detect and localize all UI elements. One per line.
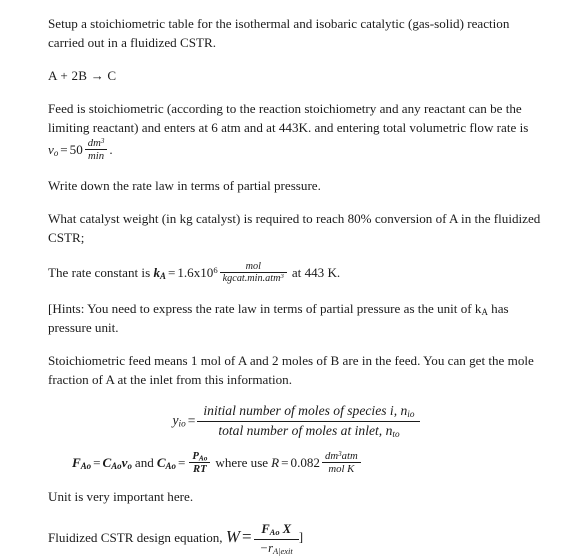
rate-constant-equation: kA = 1.6x106 mol kgcat.min.atm3 — [153, 261, 288, 284]
design-equation-fraction: FAo X −rA|exit — [253, 521, 299, 556]
design-equation-closing-bracket: ] — [298, 528, 304, 544]
rate-constant-unit-numerator: mol — [219, 261, 287, 274]
design-equation-X: X — [282, 521, 292, 536]
paragraph-rate-law-question: Write down the rate law in terms of part… — [48, 178, 321, 194]
mole-fraction-numerator-text: initial number of moles of species i, n — [203, 402, 408, 418]
rate-constant-unit-denominator: kgcat.min.atm3 — [220, 273, 287, 284]
mole-fraction-lhs-subscript: io — [178, 418, 186, 429]
hints-text-part1: [Hints: You need to express the rate law… — [48, 300, 482, 316]
gas-constant-equals: = — [281, 455, 289, 471]
molar-flow-RT-denominator: RT — [193, 462, 207, 475]
design-equation-r-subscript: A|exit — [272, 545, 293, 556]
paragraph-problem-statement: Setup a stoichiometric table for the iso… — [48, 16, 510, 50]
rate-constant-temperature: at 443 K. — [291, 264, 341, 280]
mole-fraction-denominator: total number of moles at inlet, nto — [197, 422, 420, 440]
paragraph-stoichiometric-feed: Stoichiometric feed means 1 mol of A and… — [48, 352, 534, 387]
gas-constant-value: 0.082 — [290, 455, 320, 471]
mole-fraction-equals: = — [187, 412, 196, 428]
molar-flow-where-text: where use — [215, 455, 269, 471]
reaction-equation: A + 2B → C — [48, 68, 117, 83]
gas-constant-unit-fraction: dm3atm mol K — [321, 449, 361, 475]
flow-rate-unit-denominator: min — [88, 150, 105, 163]
design-equation-W: W — [225, 527, 241, 547]
mole-fraction-numerator-subscript: io — [407, 408, 415, 419]
rate-constant-equals: = — [167, 264, 176, 280]
design-equation-F-subscript: Ao — [269, 526, 280, 537]
molar-flow-C-subscript: Ao — [111, 461, 122, 472]
paragraph-feed-conditions: Feed is stoichiometric (according to the… — [48, 99, 545, 162]
mole-fraction-denominator-text: total number of moles at inlet, n — [218, 422, 393, 438]
molar-flow-pressure-numerator: PAo — [189, 450, 211, 463]
flow-rate-value: 50 — [69, 142, 83, 158]
paragraph-hints: [Hints: You need to express the rate law… — [48, 299, 545, 337]
gas-constant-unit-num-dm: dm — [324, 449, 339, 462]
flow-rate-equals: = — [60, 142, 68, 158]
flow-rate-unit-fraction: dm3 min — [84, 136, 108, 163]
rate-constant-unit-den-text: kgcat.min.atm — [222, 273, 281, 285]
design-equation-denominator: −rA|exit — [254, 540, 299, 556]
design-equation-equals: = — [242, 527, 252, 547]
flow-rate-equation: vo = 50 dm3 min. — [48, 137, 113, 162]
gas-constant-unit-numerator: dm3atm — [321, 449, 361, 463]
mole-fraction-numerator: initial number of moles of species i, ni… — [197, 402, 421, 422]
gas-constant-unit-num-atm: atm — [341, 449, 358, 462]
molar-flow-equals-1: = — [93, 455, 101, 471]
paragraph-rate-constant: The rate constant is kA = 1.6x106 mol kgcat.… — [48, 261, 545, 285]
flow-rate-unit-numerator: dm3 — [84, 136, 108, 151]
molar-flow-C2-subscript: Ao — [165, 461, 176, 472]
rate-constant-value: 1.6x10 — [177, 264, 214, 280]
design-equation-line: Fluidized CSTR design equation, W = FAo X −… — [48, 522, 545, 556]
flow-rate-unit-num-exponent: 3 — [100, 136, 105, 145]
paragraph-catalyst-weight-question: What catalyst weight (in kg catalyst) is… — [48, 211, 541, 246]
gas-constant-symbol: R — [271, 455, 280, 471]
mole-fraction-fraction: initial number of moles of species i, ni… — [197, 402, 421, 440]
mole-fraction-equation: yio = initial number of moles of species i… — [48, 403, 545, 440]
gas-constant-unit-denominator: mol K — [328, 462, 355, 475]
molar-flow-C: C — [102, 455, 112, 471]
molar-flow-F-subscript: Ao — [80, 461, 92, 472]
flow-rate-unit-num-text: dm — [87, 137, 101, 149]
rate-constant-unit-den-exponent: 3 — [280, 273, 284, 281]
rate-constant-prefix: The rate constant is — [48, 264, 154, 280]
molar-flow-and: and — [134, 455, 154, 471]
mole-fraction-denominator-subscript: to — [392, 428, 400, 439]
molar-flow-equation: FAo = CAovo and CAo = PAo RT where use R = 0.082 dm3… — [72, 450, 545, 475]
rate-constant-exponent: 6 — [213, 264, 218, 275]
rate-constant-unit-fraction: mol kgcat.min.atm3 — [219, 261, 287, 285]
molar-flow-F: F — [72, 455, 81, 471]
design-equation-numerator: FAo X — [253, 521, 299, 540]
paragraph-unit-note: Unit is very important here. — [48, 488, 194, 504]
molar-flow-C2: C — [156, 455, 166, 471]
design-equation-F: F — [261, 521, 270, 536]
molar-flow-P-subscript: Ao — [198, 453, 208, 463]
document-page: Setup a stoichiometric table for the iso… — [0, 0, 566, 555]
feed-conditions-text: Feed is stoichiometric (according to the… — [48, 101, 529, 135]
flow-rate-period: . — [109, 142, 113, 158]
molar-flow-pressure-fraction: PAo RT — [189, 450, 211, 475]
molar-flow-equals-2: = — [177, 455, 186, 471]
